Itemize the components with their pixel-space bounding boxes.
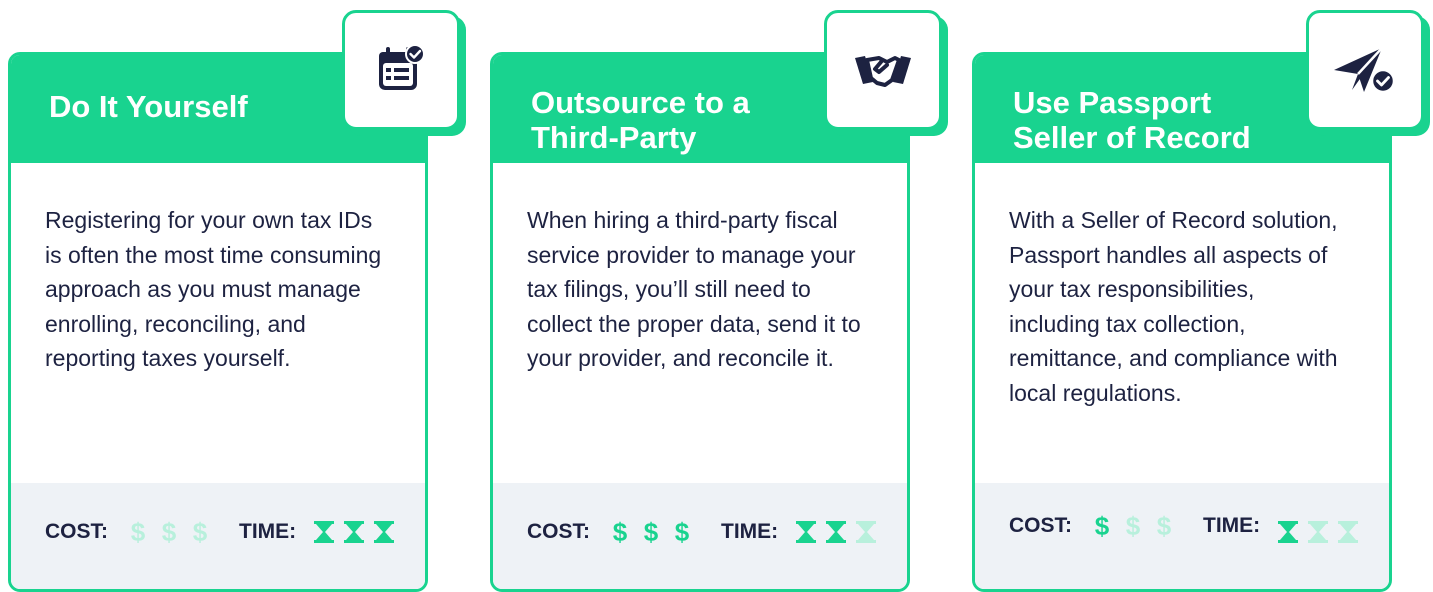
- icon-box: [342, 10, 460, 130]
- card-footer: COST: $ $ $ TIME:: [11, 483, 425, 589]
- card-footer: COST: $ $ $ TIME:: [493, 483, 907, 589]
- card-title: Outsource to a Third-Party: [531, 85, 750, 155]
- dollar-icon: $: [643, 517, 659, 547]
- time-rating: [796, 521, 886, 543]
- card-title: Do It Yourself: [49, 89, 248, 124]
- cost-rating: $ $ $: [126, 519, 219, 545]
- icon-box: [1306, 10, 1424, 130]
- dollar-icon: $: [1094, 511, 1110, 541]
- cost-label: COST:: [527, 520, 590, 543]
- dollar-icon: $: [612, 517, 628, 547]
- card-title: Use Passport Seller of Record: [1013, 85, 1251, 155]
- time-label: TIME:: [239, 520, 297, 543]
- cost-label: COST:: [1009, 514, 1072, 537]
- card-description: With a Seller of Record solution, Passpo…: [1009, 207, 1338, 406]
- dollar-icon: $: [161, 517, 177, 547]
- time-rating: [314, 521, 404, 543]
- card-description: When hiring a third-party fiscal service…: [527, 207, 861, 372]
- hourglass-icon: [1278, 521, 1299, 543]
- handshake-icon: [855, 56, 911, 87]
- paper-plane-check-icon: [1334, 47, 1396, 94]
- card-outsource: Outsource to a Third-Party When hiring a…: [490, 52, 910, 592]
- cost-time-row: COST: $ $ $ TIME:: [527, 519, 886, 545]
- dollar-icon: $: [674, 517, 690, 547]
- dollar-icon: $: [1125, 511, 1141, 541]
- cost-time-row: COST: $ $ $ TIME:: [45, 519, 404, 545]
- card-do-it-yourself: Do It Yourself Registering for your own …: [8, 52, 428, 592]
- dollar-icon: $: [192, 517, 208, 547]
- hourglass-icon: [314, 521, 335, 543]
- cost-rating: $ $ $: [1090, 513, 1183, 539]
- hourglass-icon: [856, 521, 877, 543]
- hourglass-icon: [826, 521, 847, 543]
- cost-time-row: COST: $ $ $ TIME:: [1009, 509, 1368, 543]
- hourglass-icon: [1338, 521, 1359, 543]
- hourglass-icon: [1308, 521, 1329, 543]
- cost-rating: $ $ $: [608, 519, 701, 545]
- time-rating: [1278, 521, 1368, 543]
- card-passport-seller-of-record: Use Passport Seller of Record With a Sel…: [972, 52, 1392, 592]
- calendar-check-icon: [379, 44, 425, 90]
- dollar-icon: $: [130, 517, 146, 547]
- hourglass-icon: [796, 521, 817, 543]
- icon-box: [824, 10, 942, 130]
- cost-label: COST:: [45, 520, 108, 543]
- card-footer: COST: $ $ $ TIME:: [975, 483, 1389, 589]
- hourglass-icon: [344, 521, 365, 543]
- card-description: Registering for your own tax IDs is ofte…: [45, 207, 382, 372]
- time-label: TIME:: [721, 520, 779, 543]
- time-label: TIME:: [1203, 514, 1261, 537]
- dollar-icon: $: [1156, 511, 1172, 541]
- hourglass-icon: [374, 521, 395, 543]
